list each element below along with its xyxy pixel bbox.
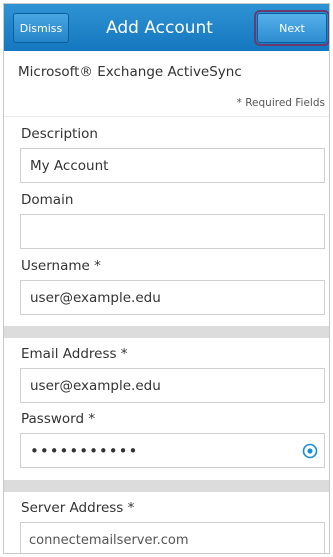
section-separator: [4, 326, 329, 338]
username-label: Username *: [21, 258, 101, 274]
description-field[interactable]: [20, 148, 325, 183]
page-title: Add Account: [106, 17, 213, 38]
dismiss-button[interactable]: Dismiss: [13, 13, 69, 43]
server-address-label: Server Address *: [21, 500, 135, 516]
field-overlay: [21, 523, 324, 530]
password-label: Password *: [21, 411, 96, 427]
server-address-value: connectemailserver.com: [29, 533, 189, 548]
password-input[interactable]: [21, 434, 281, 467]
server-address-field[interactable]: connectemailserver.com: [20, 522, 325, 553]
description-input[interactable]: [21, 149, 324, 182]
email-field[interactable]: [20, 368, 325, 403]
next-button[interactable]: Next: [254, 10, 329, 46]
domain-label: Domain: [21, 192, 74, 208]
eye-icon[interactable]: [302, 443, 318, 463]
domain-field[interactable]: [20, 214, 325, 249]
description-label: Description: [21, 126, 98, 142]
password-field[interactable]: [20, 433, 325, 468]
username-input[interactable]: [21, 281, 324, 314]
email-input[interactable]: [21, 369, 324, 402]
section-separator: [4, 480, 329, 492]
title-bar: Dismiss Add Account Next: [4, 4, 329, 51]
add-account-screen: Dismiss Add Account Next Microsoft® Exch…: [3, 3, 330, 554]
username-field[interactable]: [20, 280, 325, 315]
divider: [4, 116, 329, 117]
required-fields-note: * Required Fields: [236, 97, 325, 109]
domain-input[interactable]: [21, 215, 324, 248]
email-label: Email Address *: [21, 346, 128, 362]
account-type-label: Microsoft® Exchange ActiveSync: [18, 64, 242, 80]
